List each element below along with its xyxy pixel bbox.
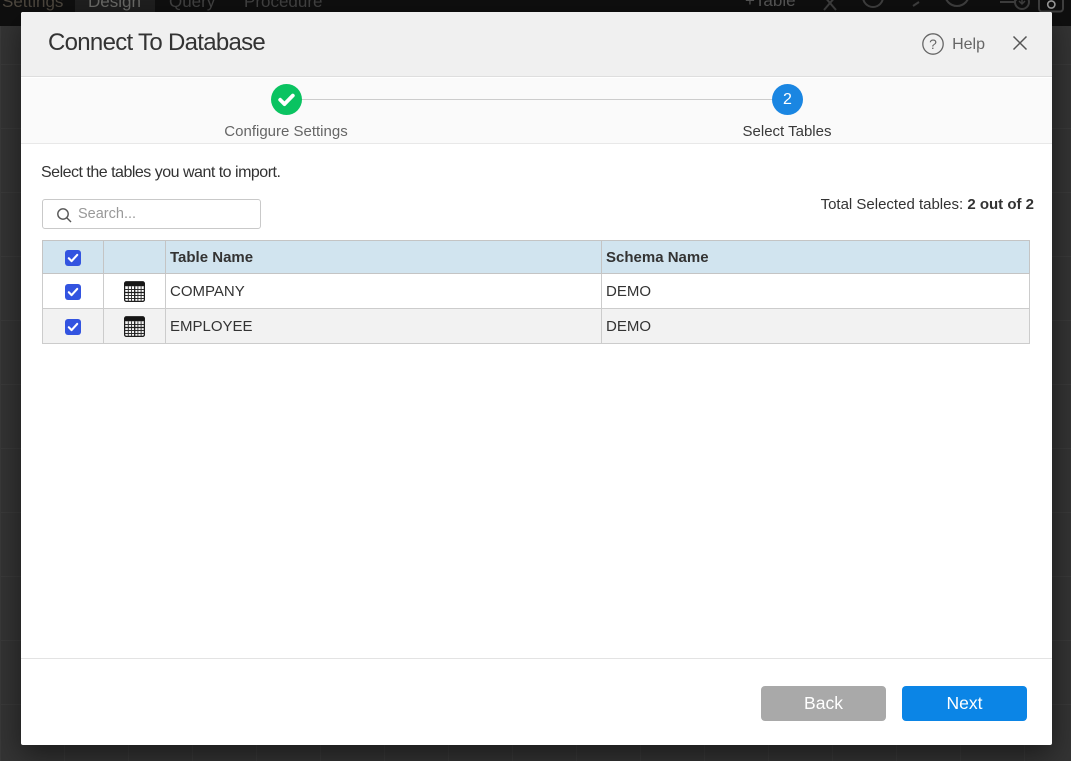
svg-text:?: ? — [929, 36, 937, 52]
